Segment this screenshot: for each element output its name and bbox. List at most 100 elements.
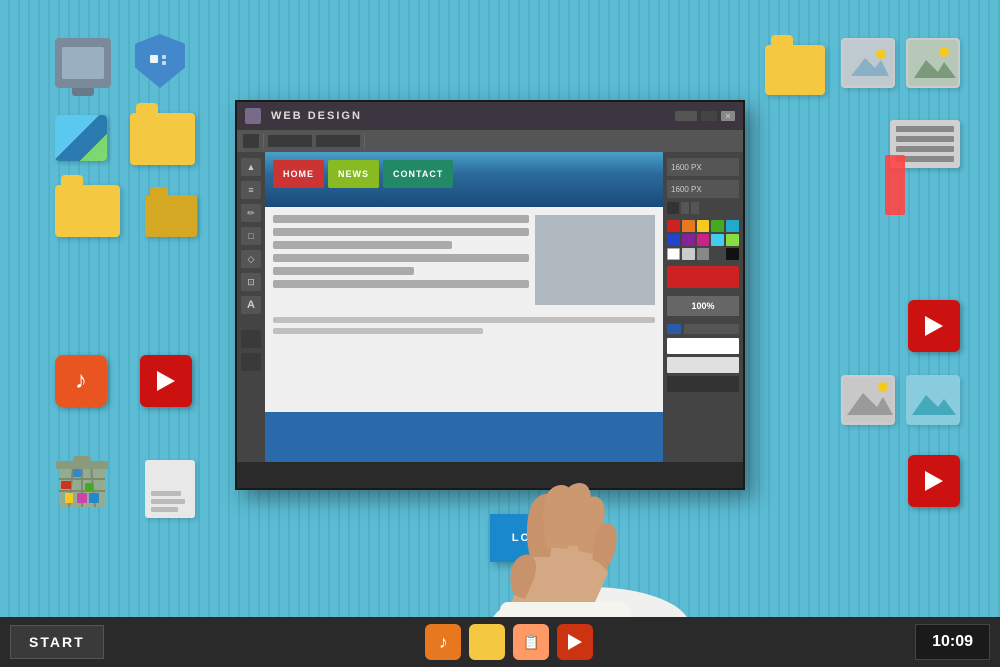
toolbar-seg2[interactable] — [268, 135, 312, 147]
desktop-icon-photo-r3[interactable] — [841, 375, 895, 425]
taskbar-folder-icon[interactable] — [469, 624, 505, 660]
panel-scroll[interactable] — [681, 202, 689, 214]
desktop-icon-folder2[interactable] — [55, 185, 120, 237]
toolbar-seg4[interactable] — [689, 135, 737, 147]
tool-extra2[interactable] — [241, 353, 261, 371]
shield-inner-icon — [148, 51, 172, 71]
folder-top-right-icon — [765, 45, 825, 95]
text-line5 — [273, 267, 414, 275]
rectangle-tool[interactable]: □ — [241, 227, 261, 245]
swatch-yellow[interactable] — [697, 220, 710, 232]
start-button[interactable]: START — [10, 625, 104, 659]
color-palette — [667, 220, 739, 260]
photo-r4-icon — [906, 375, 960, 425]
desktop-icon-music[interactable]: ♪ — [55, 355, 107, 407]
panel-scroll2[interactable] — [691, 202, 699, 214]
canvas-width-field[interactable]: 1600 PX — [667, 158, 739, 176]
eraser-tool[interactable]: ⊡ — [241, 273, 261, 291]
text-line1 — [273, 215, 529, 223]
zoom-field[interactable]: 100% — [667, 296, 739, 316]
swatch-lightgreen[interactable] — [726, 234, 739, 246]
layer-item-lgray[interactable] — [667, 357, 739, 373]
tool-extra1[interactable] — [241, 330, 261, 348]
bottom-line1 — [273, 317, 655, 323]
doc-line3 — [151, 507, 178, 512]
panel-btn1[interactable] — [667, 202, 679, 214]
youtube-r1-icon — [908, 300, 960, 352]
taskbar-note-icon[interactable]: 📋 — [513, 624, 549, 660]
swatch-blue[interactable] — [667, 234, 680, 246]
layer-item-dark[interactable] — [667, 376, 739, 392]
layer-item-white[interactable] — [667, 338, 739, 354]
taskbar-play-icon[interactable] — [557, 624, 593, 660]
taskbar-folder-shape — [473, 631, 501, 653]
folder3-icon — [145, 195, 197, 237]
window-controls: ✕ — [675, 111, 735, 121]
site-image-svg — [535, 215, 655, 305]
minimize-button[interactable] — [675, 111, 697, 121]
pencil-tool[interactable]: ✏ — [241, 204, 261, 222]
maximize-button[interactable] — [701, 111, 717, 121]
desktop-icon-document-left[interactable] — [145, 460, 195, 518]
desktop-icon-folder-top-right[interactable] — [765, 45, 825, 95]
swatch-lgray[interactable] — [682, 248, 695, 260]
doc-line1 — [151, 491, 181, 496]
taskbar-icons: ♪ 📋 — [425, 624, 593, 660]
taskbar-music-icon[interactable]: ♪ — [425, 624, 461, 660]
pointer-tool[interactable]: ▲ — [241, 158, 261, 176]
photo-r4-svg — [908, 377, 958, 423]
folder2-icon — [55, 185, 120, 237]
desktop-icon-youtube-r1[interactable] — [908, 300, 960, 352]
nav-contact-btn[interactable]: CONTACT — [383, 160, 453, 188]
window-title: WEB DESIGN — [271, 110, 669, 122]
desktop-icon-folder1[interactable] — [130, 113, 195, 165]
photo-r2-icon — [906, 38, 960, 88]
swatch-lightblue[interactable] — [711, 234, 724, 246]
youtube-r2-icon — [908, 455, 960, 507]
toolbar-seg1[interactable] — [243, 134, 259, 148]
desktop-icon-photo-r4[interactable] — [906, 375, 960, 425]
swatch-white[interactable] — [667, 248, 680, 260]
desktop-icon-folder3[interactable] — [145, 195, 197, 237]
swatch-purple[interactable] — [682, 234, 695, 246]
window-titlebar[interactable]: WEB DESIGN ✕ — [237, 102, 743, 130]
desktop-icon-photo-r1[interactable] — [841, 38, 895, 88]
site-content — [265, 207, 663, 313]
desktop-icon-photo-r2[interactable] — [906, 38, 960, 88]
nav-news-btn[interactable]: NEWS — [328, 160, 379, 188]
swatch-green[interactable] — [711, 220, 724, 232]
site-nav: HOME NEWS CONTACT — [265, 152, 663, 196]
desktop-icon-shield[interactable] — [135, 34, 185, 88]
swatch-pink[interactable] — [697, 234, 710, 246]
lines-tool[interactable]: ≡ — [241, 181, 261, 199]
nav-home-btn[interactable]: HOME — [273, 160, 324, 188]
canvas-height-field[interactable]: 1600 PX — [667, 180, 739, 198]
swatch-red[interactable] — [667, 220, 680, 232]
close-button[interactable]: ✕ — [721, 111, 735, 121]
desktop-icon-youtube-left[interactable] — [140, 355, 192, 407]
toolbar-seg3[interactable] — [316, 135, 360, 147]
photo-r1-icon — [841, 38, 895, 88]
text-line2 — [273, 228, 529, 236]
site-bottom-text — [265, 313, 663, 343]
desktop-icon-photo-blue[interactable] — [55, 115, 107, 161]
site-image-box — [535, 215, 655, 305]
desktop-icon-trash[interactable] — [55, 455, 109, 520]
layer-icon1[interactable] — [667, 324, 681, 334]
swatch-gray[interactable] — [697, 248, 710, 260]
desktop-icon-youtube-r2[interactable] — [908, 455, 960, 507]
bottom-line2 — [273, 328, 483, 334]
music-icon: ♪ — [55, 355, 107, 407]
swatch-cyan[interactable] — [726, 220, 739, 232]
diamond-tool[interactable]: ◇ — [241, 250, 261, 268]
taskbar: START ♪ 📋 10:09 — [0, 617, 1000, 667]
taskbar-music-symbol: ♪ — [439, 632, 448, 653]
text-tool[interactable]: A — [241, 296, 261, 314]
swatch-black[interactable] — [726, 248, 739, 260]
swatch-orange[interactable] — [682, 220, 695, 232]
swatch-red-large[interactable] — [667, 266, 739, 288]
layer-icon2[interactable] — [684, 324, 739, 334]
doc-line2 — [151, 499, 185, 504]
desktop-icon-monitor[interactable] — [55, 38, 111, 88]
swatch-dgray[interactable] — [711, 248, 724, 260]
